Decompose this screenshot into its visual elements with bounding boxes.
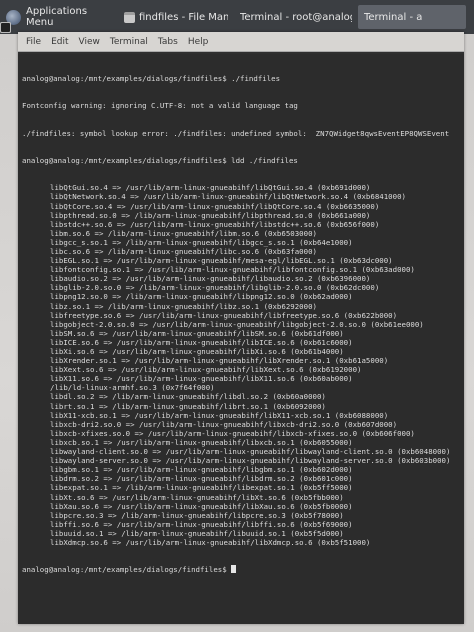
ldd-line: libQtGui.so.4 => /usr/lib/arm-linux-gnue… <box>50 183 371 193</box>
taskbar-item-label: findfiles - File Manager <box>139 11 228 23</box>
taskbar-item-label: Terminal - a <box>364 11 423 23</box>
ldd-line: libglib-2.0.so.0 => /lib/arm-linux-gnuea… <box>50 283 380 293</box>
terminal-prompt-line: analog@analog:/mnt/examples/dialogs/find… <box>22 565 460 574</box>
ldd-line: libgcc_s.so.1 => /lib/arm-linux-gnueabih… <box>50 237 353 247</box>
ldd-line: libc.so.6 => /lib/arm-linux-gnueabihf/li… <box>50 246 317 256</box>
ldd-line: librt.so.1 => /lib/arm-linux-gnueabihf/l… <box>50 401 326 411</box>
ldd-line: libxcb-dri2.so.0 => /usr/lib/arm-linux-g… <box>50 419 398 429</box>
ldd-line: libXi.so.6 => /usr/lib/arm-linux-gnueabi… <box>50 347 344 356</box>
ldd-line: libstdc++.so.6 => /usr/lib/arm-linux-gnu… <box>50 219 380 229</box>
menu-help[interactable]: Help <box>188 37 209 47</box>
ldd-line: libxcb.so.1 => /usr/lib/arm-linux-gnueab… <box>50 437 353 447</box>
taskbar-item-terminal-root[interactable]: Terminal - root@analog: /... <box>0 5 358 33</box>
ldd-line: libX11-xcb.so.1 => /usr/lib/arm-linux-gn… <box>50 410 389 420</box>
ldd-line: libXdmcp.so.6 => /usr/lib/arm-linux-gnue… <box>50 537 371 547</box>
terminal-output[interactable]: analog@analog:/mnt/examples/dialogs/find… <box>18 54 464 624</box>
ldd-line: libSM.so.6 => /usr/lib/arm-linux-gnueabi… <box>50 328 344 338</box>
ldd-line: libwayland-server.so.0 => /usr/lib/arm-l… <box>50 456 451 466</box>
ldd-line: libz.so.1 => /lib/arm-linux-gnueabihf/li… <box>50 301 317 311</box>
terminal-menubar: File Edit View Terminal Tabs Help <box>18 32 464 52</box>
ldd-line: libuuid.so.1 => /lib/arm-linux-gnueabihf… <box>50 528 344 538</box>
ldd-line: libfontconfig.so.1 => /usr/lib/arm-linux… <box>50 265 415 275</box>
ldd-output: libQtGui.so.4 => /usr/lib/arm-linux-gnue… <box>22 183 460 547</box>
ldd-line: libdrm.so.2 => /usr/lib/arm-linux-gnueab… <box>50 474 353 484</box>
menu-view[interactable]: View <box>79 37 100 47</box>
ldd-line: libEGL.so.1 => /usr/lib/arm-linux-gnueab… <box>50 256 393 266</box>
ldd-line: libX11.so.6 => /usr/lib/arm-linux-gnueab… <box>50 374 353 384</box>
ldd-line: libpng12.so.0 => /lib/arm-linux-gnueabih… <box>50 292 353 302</box>
ldd-line: libXrender.so.1 => /usr/lib/arm-linux-gn… <box>50 356 389 366</box>
ldd-line: libXau.so.6 => /usr/lib/arm-linux-gnueab… <box>50 501 353 511</box>
ldd-line: libaudio.so.2 => /usr/lib/arm-linux-gnue… <box>50 274 371 284</box>
taskbar-item-label: Terminal - root@analog: /... <box>240 11 352 23</box>
terminal-line: analog@analog:/mnt/examples/dialogs/find… <box>22 156 298 166</box>
terminal-prompt: analog@analog:/mnt/examples/dialogs/find… <box>22 565 232 575</box>
desktop-screen: Applications Menu findfiles - File Manag… <box>0 0 474 632</box>
ldd-line: libxcb-xfixes.so.0 => /usr/lib/arm-linux… <box>50 428 415 438</box>
ldd-line: libXext.so.6 => /usr/lib/arm-linux-gnuea… <box>50 365 362 375</box>
ldd-line: libwayland-client.so.0 => /usr/lib/arm-l… <box>50 447 451 457</box>
terminal-line: analog@analog:/mnt/examples/dialogs/find… <box>22 74 281 84</box>
ldd-line: libgbm.so.1 => /usr/lib/arm-linux-gnueab… <box>50 465 353 475</box>
ldd-line: libfreetype.so.6 => /usr/lib/arm-linux-g… <box>50 310 398 320</box>
menu-tabs[interactable]: Tabs <box>158 37 178 47</box>
taskbar-item-file-manager[interactable]: findfiles - File Manager <box>118 5 234 29</box>
ldd-line: libQtCore.so.4 => /usr/lib/arm-linux-gnu… <box>50 201 380 211</box>
taskbar-item-terminal-active[interactable]: Terminal - a <box>0 5 466 33</box>
menu-file[interactable]: File <box>26 37 41 47</box>
ldd-line: libgobject-2.0.so.0 => /usr/lib/arm-linu… <box>50 319 424 329</box>
applications-menu-label: Applications Menu <box>26 6 88 28</box>
ldd-line: libpthread.so.0 => /lib/arm-linux-gnueab… <box>50 210 371 220</box>
ldd-line: libdl.so.2 => /lib/arm-linux-gnueabihf/l… <box>50 392 326 402</box>
top-panel: Applications Menu findfiles - File Manag… <box>0 0 474 34</box>
text-cursor <box>231 565 237 574</box>
terminal-line: ./findfiles: symbol lookup error: ./find… <box>22 128 450 138</box>
ldd-line: libQtNetwork.so.4 => /usr/lib/arm-linux-… <box>50 192 406 202</box>
ldd-line: libexpat.so.1 => /lib/arm-linux-gnueabih… <box>50 483 353 493</box>
menu-terminal[interactable]: Terminal <box>110 37 148 47</box>
folder-icon <box>124 11 135 23</box>
ldd-line: libm.so.6 => /lib/arm-linux-gnueabihf/li… <box>50 228 317 238</box>
ldd-line: libffi.so.6 => /usr/lib/arm-linux-gnueab… <box>50 519 353 529</box>
terminal-line: Fontconfig warning: ignoring C.UTF-8: no… <box>22 101 298 111</box>
terminal-window: File Edit View Terminal Tabs Help analog… <box>18 32 464 624</box>
applications-menu-button[interactable]: Applications Menu <box>0 0 118 34</box>
ldd-line: /lib/ld-linux-armhf.so.3 (0x7f64f000) <box>50 383 215 393</box>
ldd-line: libXt.so.6 => /usr/lib/arm-linux-gnueabi… <box>50 492 344 502</box>
ldd-line: libpcre.so.3 => /lib/arm-linux-gnueabihf… <box>50 510 344 520</box>
menu-edit[interactable]: Edit <box>51 37 68 47</box>
ldd-line: libICE.so.6 => /usr/lib/arm-linux-gnueab… <box>50 337 353 347</box>
